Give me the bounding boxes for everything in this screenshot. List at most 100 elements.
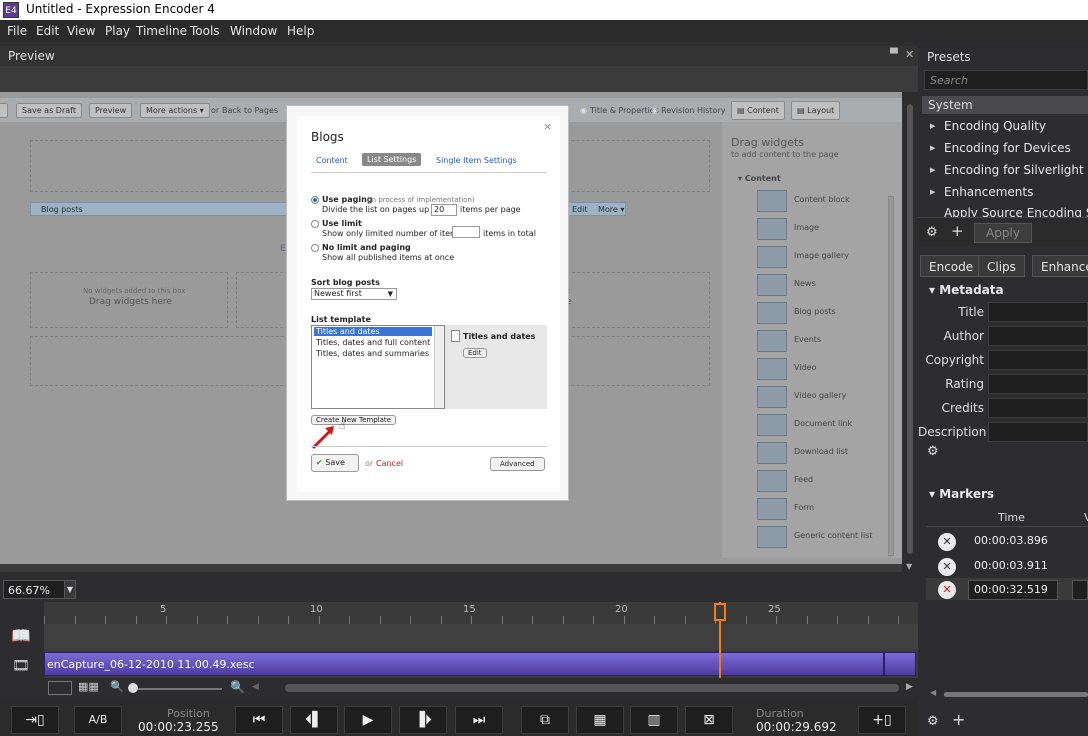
scroll-left-icon[interactable]: ◀ [252, 682, 259, 692]
trim-icon[interactable]: ▦ [576, 706, 624, 734]
split-clip-icon[interactable]: ⧉ [521, 706, 569, 734]
tab-encode[interactable]: Encode [920, 255, 983, 277]
pin-icon[interactable]: ▀ [890, 49, 898, 60]
sort-select[interactable]: Newest first ▼ [311, 288, 397, 300]
template-listbox[interactable]: Titles and dates Titles, dates and full … [311, 325, 445, 409]
template-option[interactable]: Titles, dates and full content [316, 338, 430, 347]
zoom-slider-thumb[interactable] [128, 683, 138, 693]
timeline-ruler[interactable]: 5 10 15 20 25 [44, 602, 918, 624]
meta-rating-input[interactable] [988, 374, 1088, 394]
menu-play[interactable]: Play [105, 24, 130, 38]
timeline-scroll-thumb[interactable] [285, 684, 899, 692]
template-option[interactable]: Titles, dates and summaries [316, 349, 429, 358]
markers-h-scroll[interactable]: ◀ [930, 688, 1088, 700]
marker-track[interactable] [44, 624, 918, 650]
tab-single-item-settings[interactable]: Single Item Settings [436, 156, 517, 165]
preset-encoding-quality[interactable]: Encoding Quality [930, 119, 1046, 133]
scroll-thumb[interactable] [907, 104, 913, 554]
meta-author-input[interactable] [988, 326, 1088, 346]
preset-enhancements[interactable]: Enhancements [930, 185, 1033, 199]
meta-copyright-input[interactable] [988, 350, 1088, 370]
menu-tools[interactable]: Tools [190, 24, 220, 38]
events-icon [757, 330, 787, 352]
ruler-tick [166, 616, 167, 624]
marker-row[interactable]: ✕ 00:00:03.911 [926, 555, 1088, 577]
zoom-select[interactable]: 66.67% [3, 580, 65, 599]
previous-edit-icon[interactable]: ⏮ [235, 706, 283, 734]
tab-content[interactable]: Content [316, 156, 348, 165]
menu-edit[interactable]: Edit [36, 24, 59, 38]
metadata-gear-icon[interactable]: ⚙ [927, 444, 939, 459]
metadata-header[interactable]: ▾ Metadata [929, 283, 1004, 297]
add-trailer-button[interactable]: +▯ [858, 706, 906, 734]
add-leader-button[interactable]: ⇥▯ [11, 706, 59, 734]
use-paging-radio[interactable] [311, 196, 319, 204]
markers-scroll-thumb[interactable] [944, 692, 1088, 697]
dialog-close-icon[interactable]: × [543, 120, 552, 133]
menu-view[interactable]: View [67, 24, 95, 38]
marker-time: 00:00:03.911 [974, 559, 1048, 572]
tab-enhance[interactable]: Enhance [1032, 255, 1088, 277]
next-frame-icon[interactable]: ▐⏵ [399, 706, 447, 734]
close-icon[interactable]: ✕ [905, 48, 914, 61]
limit-input[interactable] [452, 226, 480, 238]
menu-file[interactable]: File [7, 24, 27, 38]
ruler-tick [105, 616, 106, 624]
template-edit-button[interactable]: Edit [463, 348, 487, 358]
delete-marker-icon[interactable]: ✕ [938, 558, 956, 576]
next-edit-icon[interactable]: ⏭ [455, 706, 503, 734]
use-limit-radio[interactable] [311, 220, 319, 228]
remove-clip-icon[interactable]: ⊠ [685, 706, 733, 734]
preview-vertical-scrollbar[interactable]: ▼ [902, 92, 918, 572]
add-preset-icon[interactable]: + [951, 222, 964, 240]
video-clip-end[interactable] [884, 652, 916, 676]
widget-video: Video [757, 358, 897, 380]
previous-frame-icon[interactable]: ⏴▌ [290, 706, 338, 734]
preset-encoding-devices[interactable]: Encoding for Devices [930, 141, 1071, 155]
markers-gear-icon[interactable]: ⚙ [927, 714, 939, 729]
marker-row-selected[interactable]: ✕ 00:00:32.519 [926, 578, 1088, 600]
apply-button[interactable]: Apply [974, 223, 1032, 243]
meta-title-input[interactable] [988, 302, 1088, 322]
zoom-in-icon[interactable]: 🔍 [230, 680, 245, 694]
menu-help[interactable]: Help [287, 24, 314, 38]
thumbnail-view-icon[interactable]: ▦▦ [78, 680, 99, 693]
scroll-right-icon[interactable]: ▶ [906, 682, 913, 692]
markers-header[interactable]: ▾ Markers [929, 487, 994, 501]
divide-input[interactable]: 20 [431, 204, 457, 216]
listbox-scrollbar[interactable] [434, 326, 444, 408]
play-icon[interactable]: ▶ [344, 706, 392, 734]
presets-search-input[interactable]: Search [924, 70, 1088, 90]
toolbar-left-button [0, 103, 8, 118]
zoom-out-icon[interactable]: 🔍 [110, 680, 124, 693]
tab-list-settings[interactable]: List Settings [362, 153, 422, 166]
template-option-selected[interactable]: Titles and dates [314, 327, 432, 336]
menu-timeline[interactable]: Timeline [136, 24, 187, 38]
video-clip[interactable]: enCapture_06-12-2010 11.00.49.xesc [44, 652, 884, 676]
marker-v-edit[interactable] [1072, 580, 1088, 600]
advanced-button[interactable]: Advanced [490, 457, 545, 471]
add-marker-icon[interactable]: + [952, 710, 965, 729]
scroll-left-icon[interactable]: ◀ [930, 688, 936, 697]
save-button[interactable]: ✔ Save [311, 454, 359, 472]
marker-row[interactable]: ✕ 00:00:03.896 [926, 530, 1088, 552]
ab-compare-button[interactable]: A/B [74, 706, 122, 734]
zoom-dropdown-icon[interactable]: ▼ [64, 580, 76, 599]
meta-credits-input[interactable] [988, 398, 1088, 418]
zoom-slider[interactable] [132, 688, 222, 690]
tab-clips[interactable]: Clips [978, 255, 1025, 277]
delete-marker-icon[interactable]: ✕ [938, 581, 956, 599]
delete-marker-icon[interactable]: ✕ [938, 533, 956, 551]
insert-clip-icon[interactable]: ▥ [630, 706, 678, 734]
menu-window[interactable]: Window [230, 24, 277, 38]
gear-icon[interactable]: ⚙ [926, 225, 938, 240]
no-limit-radio[interactable] [311, 244, 319, 252]
preset-encoding-silverlight[interactable]: Encoding for Silverlight [930, 163, 1084, 177]
scroll-down-icon[interactable]: ▼ [906, 562, 912, 571]
playhead-handle[interactable] [714, 603, 726, 621]
presets-group-system[interactable]: System [922, 96, 1088, 114]
timeline-view-icon[interactable] [48, 681, 72, 695]
meta-description-input[interactable] [988, 422, 1088, 442]
preset-apply-source[interactable]: Apply Source Encoding Setti [944, 207, 1088, 217]
cancel-link[interactable]: Cancel [376, 459, 403, 468]
